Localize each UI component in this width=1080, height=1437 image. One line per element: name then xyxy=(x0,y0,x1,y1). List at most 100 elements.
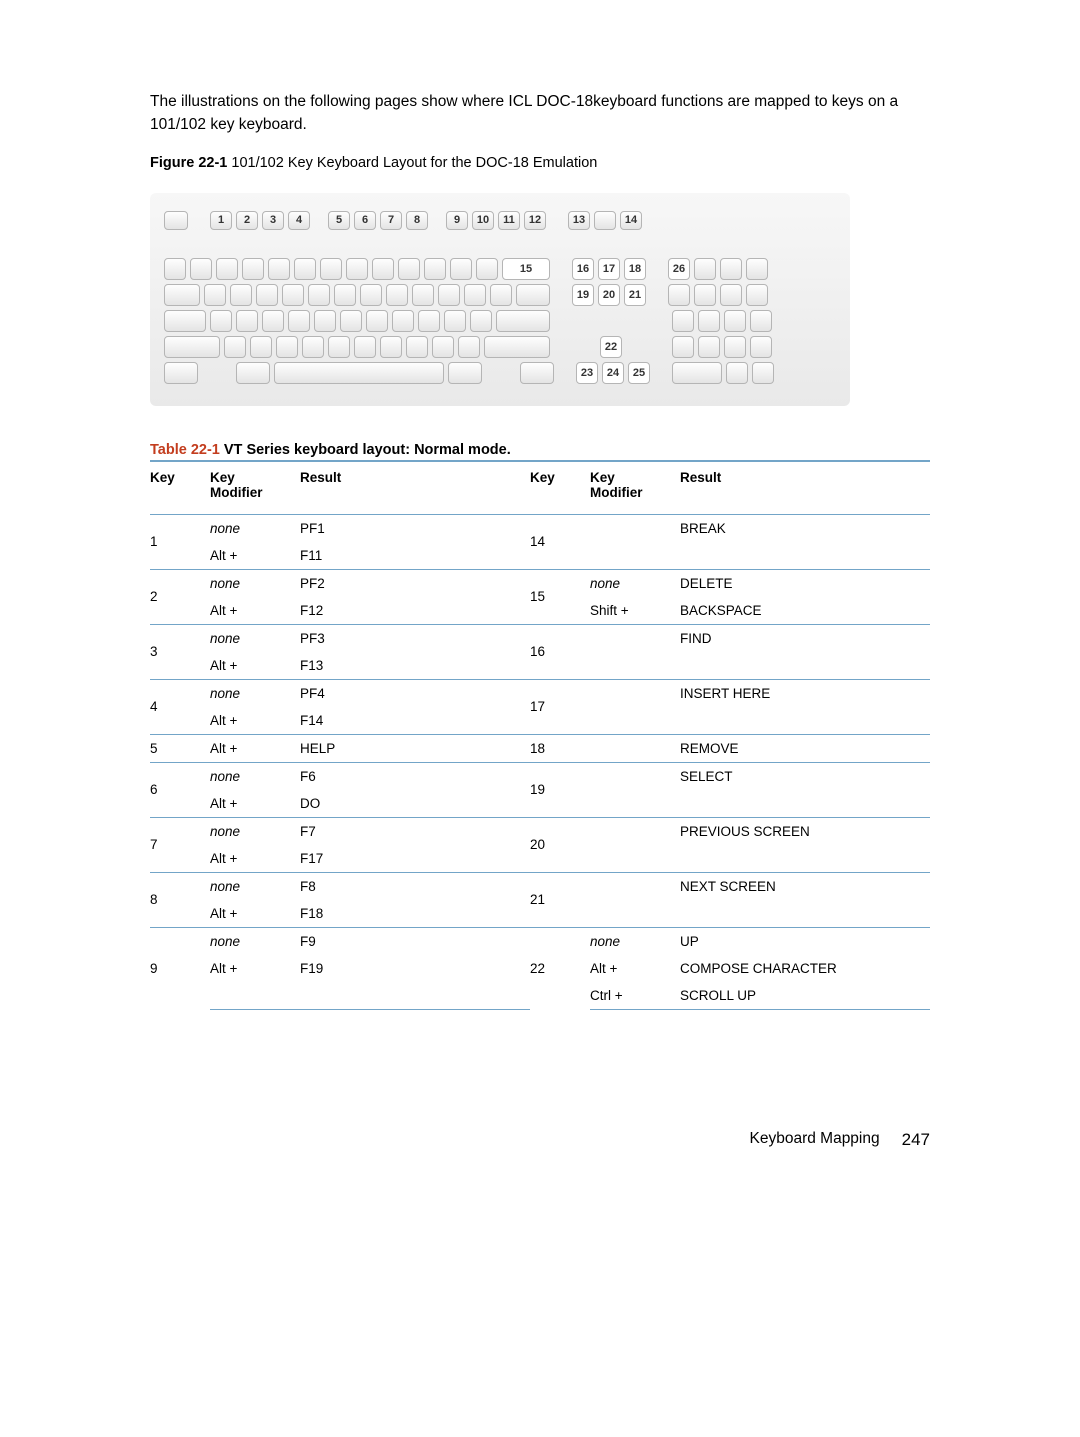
kbd-key: 21 xyxy=(624,284,646,306)
cell-result: F18 xyxy=(300,900,530,928)
cell-result: NEXT SCREEN xyxy=(680,872,930,900)
cell-result xyxy=(680,652,930,680)
kbd-key: 8 xyxy=(406,211,428,230)
kbd-key xyxy=(164,310,206,332)
cell-result: SELECT xyxy=(680,762,930,790)
cell-result: DO xyxy=(300,790,530,818)
kbd-key xyxy=(328,336,350,358)
kbd-key xyxy=(672,336,694,358)
cell-result xyxy=(680,845,930,873)
kbd-key xyxy=(496,310,550,332)
cell-modifier: none xyxy=(210,927,300,955)
kbd-key: 9 xyxy=(446,211,468,230)
kbd-key: 18 xyxy=(624,258,646,280)
kbd-key xyxy=(230,284,252,306)
kbd-key xyxy=(516,284,550,306)
kbd-key xyxy=(360,284,382,306)
kbd-key xyxy=(594,211,616,230)
cell-modifier xyxy=(590,514,680,542)
cell-key: 21 xyxy=(530,872,590,927)
kbd-key: 3 xyxy=(262,211,284,230)
page-footer: Keyboard Mapping 247 xyxy=(150,1130,930,1150)
cell-result: DELETE xyxy=(680,569,930,597)
table-header-row: Key KeyModifier Result Key KeyModifier R… xyxy=(150,461,930,515)
table-row: 4nonePF417INSERT HERE xyxy=(150,679,930,707)
table-row: 5Alt +HELP18REMOVE xyxy=(150,734,930,762)
cell-result: F8 xyxy=(300,872,530,900)
kbd-key xyxy=(746,258,768,280)
cell-modifier: Alt + xyxy=(210,900,300,928)
kbd-key xyxy=(746,284,768,306)
cell-modifier xyxy=(590,679,680,707)
table-body: 1nonePF114BREAKAlt +F112nonePF215noneDEL… xyxy=(150,514,930,1009)
kbd-key: 15 xyxy=(502,258,550,280)
intro-paragraph: The illustrations on the following pages… xyxy=(150,90,930,137)
kbd-key xyxy=(432,336,454,358)
cell-key: 17 xyxy=(530,679,590,734)
kbd-key xyxy=(750,310,772,332)
footer-section: Keyboard Mapping xyxy=(750,1130,880,1150)
kbd-key xyxy=(412,284,434,306)
cell-modifier: none xyxy=(210,514,300,542)
cell-key: 22 xyxy=(530,927,590,1009)
cell-result: F19 xyxy=(300,955,530,982)
kbd-key xyxy=(418,310,440,332)
kbd-key xyxy=(398,258,420,280)
kbd-key xyxy=(380,336,402,358)
kbd-key xyxy=(164,211,188,230)
kbd-key xyxy=(672,362,722,384)
cell-result: F11 xyxy=(300,542,530,570)
kbd-key xyxy=(698,336,720,358)
kbd-key xyxy=(268,258,290,280)
kbd-key: 4 xyxy=(288,211,310,230)
kbd-key xyxy=(470,310,492,332)
cell-modifier xyxy=(590,900,680,928)
kbd-key xyxy=(164,258,186,280)
cell-modifier xyxy=(590,652,680,680)
kbd-key xyxy=(672,310,694,332)
kbd-key xyxy=(334,284,356,306)
kbd-key xyxy=(392,310,414,332)
cell-modifier: Alt + xyxy=(210,542,300,570)
cell-result: F7 xyxy=(300,817,530,845)
cell-modifier xyxy=(590,790,680,818)
kbd-key: 20 xyxy=(598,284,620,306)
cell-result xyxy=(300,982,530,1010)
kbd-key xyxy=(720,284,742,306)
kbd-key xyxy=(366,310,388,332)
kbd-key xyxy=(464,284,486,306)
cell-key: 20 xyxy=(530,817,590,872)
table-label: Table 22-1 xyxy=(150,442,220,458)
kbd-key xyxy=(450,258,472,280)
cell-key: 5 xyxy=(150,734,210,762)
cell-result xyxy=(680,790,930,818)
cell-modifier: none xyxy=(590,569,680,597)
cell-key: 2 xyxy=(150,569,210,624)
cell-modifier: Alt + xyxy=(210,790,300,818)
kbd-key xyxy=(164,336,220,358)
cell-result: INSERT HERE xyxy=(680,679,930,707)
kbd-key: 19 xyxy=(572,284,594,306)
kbd-key xyxy=(490,284,512,306)
kbd-key: 5 xyxy=(328,211,350,230)
kbd-key: 16 xyxy=(572,258,594,280)
kbd-key xyxy=(308,284,330,306)
th-key: Key xyxy=(150,461,210,515)
cell-result xyxy=(680,900,930,928)
cell-modifier: Alt + xyxy=(210,845,300,873)
kbd-key xyxy=(720,258,742,280)
kbd-key: 2 xyxy=(236,211,258,230)
cell-modifier xyxy=(590,817,680,845)
cell-result: F6 xyxy=(300,762,530,790)
kbd-key: 7 xyxy=(380,211,402,230)
cell-result: F13 xyxy=(300,652,530,680)
kbd-top-row: 1 2 3 4 5 6 7 8 9 10 11 12 13 14 xyxy=(164,211,836,230)
kbd-key xyxy=(314,310,336,332)
kbd-key: 11 xyxy=(498,211,520,230)
cell-modifier: none xyxy=(210,817,300,845)
cell-result: PF4 xyxy=(300,679,530,707)
th-key-modifier: KeyModifier xyxy=(590,461,680,515)
kbd-key xyxy=(752,362,774,384)
cell-key: 7 xyxy=(150,817,210,872)
kbd-key xyxy=(256,284,278,306)
